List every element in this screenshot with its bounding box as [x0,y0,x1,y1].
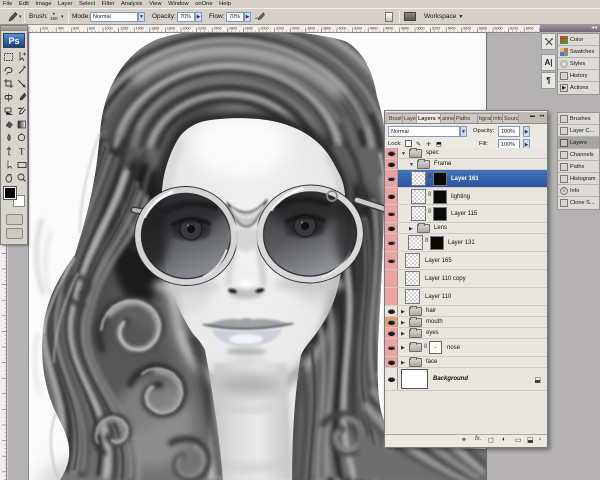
svg-text:1800: 1800 [167,27,175,31]
svg-text:4600: 4600 [385,27,393,31]
svg-text:3800: 3800 [323,27,331,31]
svg-text:4200: 4200 [354,27,362,31]
svg-text:2200: 2200 [198,27,206,31]
svg-text:200: 200 [42,27,48,31]
svg-text:5200: 5200 [432,27,440,31]
svg-text:1000: 1000 [105,27,113,31]
svg-text:4400: 4400 [370,27,378,31]
svg-text:2000: 2000 [183,27,191,31]
svg-text:5400: 5400 [448,27,456,31]
svg-text:6400: 6400 [526,27,534,31]
svg-text:3600: 3600 [307,27,315,31]
svg-text:4000: 4000 [339,27,347,31]
svg-text:1600: 1600 [151,27,159,31]
svg-text:1400: 1400 [136,27,144,31]
svg-text:4800: 4800 [401,27,409,31]
svg-text:5000: 5000 [417,27,425,31]
svg-text:5800: 5800 [479,27,487,31]
svg-text:600: 600 [73,27,79,31]
svg-text:2600: 2600 [229,27,237,31]
svg-text:6200: 6200 [510,27,518,31]
svg-text:400: 400 [58,27,64,31]
svg-text:3000: 3000 [261,27,269,31]
svg-text:3200: 3200 [276,27,284,31]
svg-text:800: 800 [89,27,95,31]
svg-text:T: T [19,147,25,157]
svg-text:6000: 6000 [495,27,503,31]
svg-text:1200: 1200 [120,27,128,31]
svg-text:3400: 3400 [292,27,300,31]
svg-text:2400: 2400 [214,27,222,31]
svg-text:5600: 5600 [463,27,471,31]
svg-text:2800: 2800 [245,27,253,31]
